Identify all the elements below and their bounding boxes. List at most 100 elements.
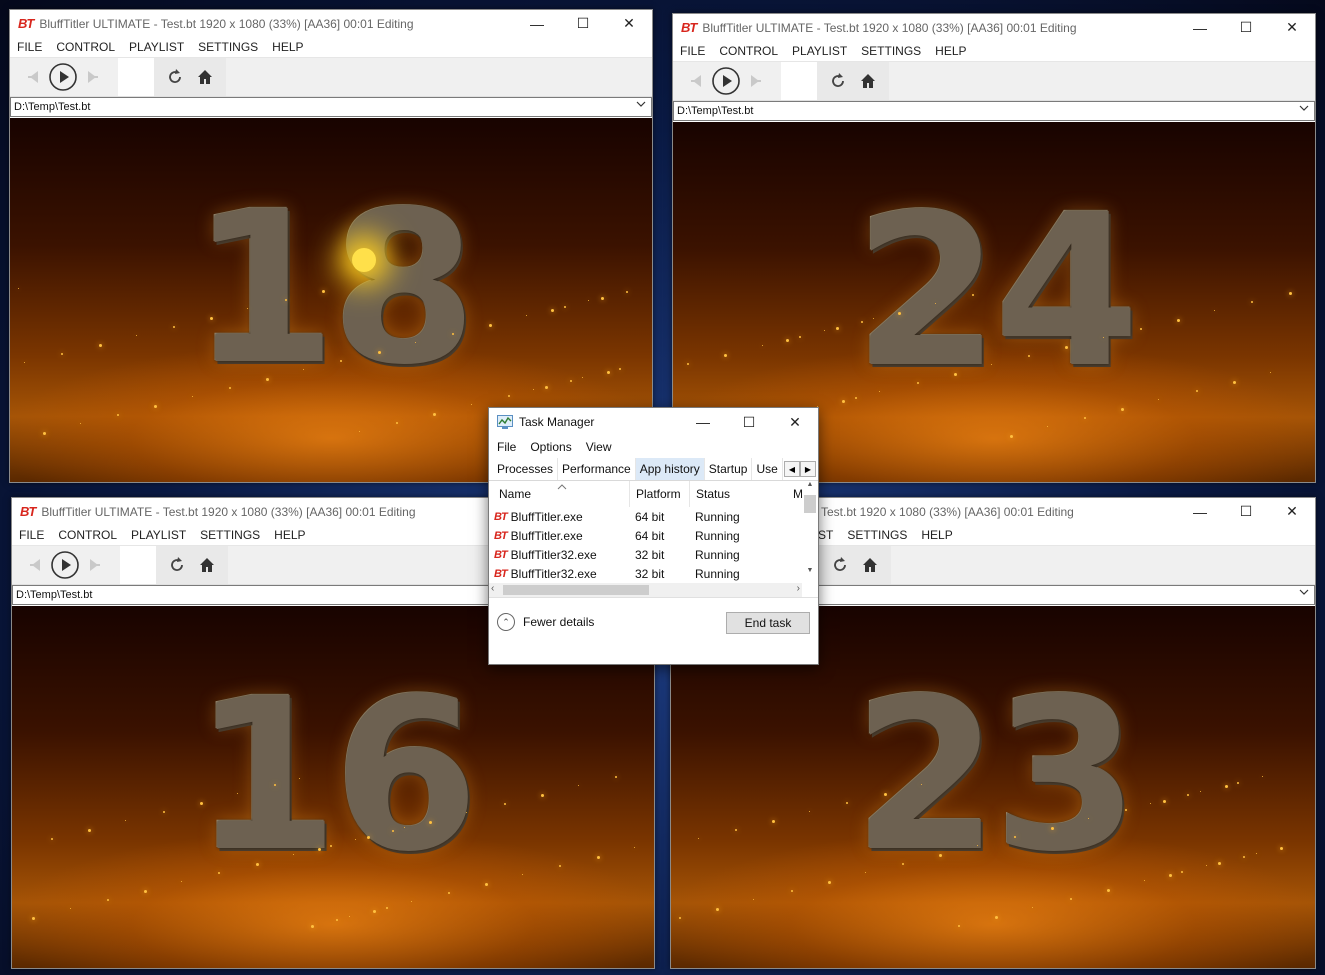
- menu-options[interactable]: Options: [530, 440, 571, 454]
- file-path-combobox[interactable]: D:\Temp\Test.bt: [673, 101, 1315, 121]
- file-path-combobox[interactable]: D:\Temp\Test.bt: [10, 97, 652, 117]
- maximize-button[interactable]: ☐: [1223, 498, 1269, 525]
- minimize-button[interactable]: —: [514, 10, 560, 37]
- menu-playlist[interactable]: PLAYLIST: [792, 44, 847, 58]
- column-name[interactable]: Name: [489, 481, 629, 507]
- menu-file[interactable]: FILE: [19, 528, 44, 542]
- process-table: Name Platform Status M BT BluffTitler.exe…: [489, 481, 818, 598]
- menu-playlist[interactable]: PLAYLIST: [129, 40, 184, 54]
- play-button[interactable]: [711, 66, 741, 96]
- next-icon[interactable]: [78, 62, 108, 92]
- sparkle: [1121, 407, 1125, 411]
- table-row[interactable]: BT BluffTitler.exe 64 bit Running: [489, 507, 818, 526]
- tab-performance[interactable]: Performance: [558, 458, 636, 480]
- sparkle: [299, 777, 300, 779]
- column-more[interactable]: M: [789, 481, 803, 507]
- menu-control[interactable]: CONTROL: [56, 40, 115, 54]
- previous-icon[interactable]: [681, 66, 711, 96]
- sparkle: [761, 344, 763, 346]
- sparkle: [80, 423, 81, 424]
- tab-users[interactable]: Use: [752, 458, 783, 480]
- title-bar[interactable]: BT BluffTitler ULTIMATE - Test.bt 1920 x…: [10, 10, 652, 37]
- menu-view[interactable]: View: [586, 440, 612, 454]
- chevron-down-icon[interactable]: [1299, 587, 1309, 600]
- menu-file[interactable]: File: [497, 440, 516, 454]
- play-button[interactable]: [48, 62, 78, 92]
- sparkle: [883, 792, 887, 796]
- play-button[interactable]: [50, 550, 80, 580]
- sparkle: [625, 291, 628, 293]
- end-task-button[interactable]: End task: [726, 612, 810, 634]
- home-icon[interactable]: [192, 550, 222, 580]
- scroll-down-icon[interactable]: ▼: [804, 567, 816, 577]
- refresh-icon[interactable]: [162, 550, 192, 580]
- task-manager-window[interactable]: Task Manager — ☐ ✕ File Options View Pro…: [488, 407, 819, 665]
- maximize-button[interactable]: ☐: [1223, 14, 1269, 41]
- refresh-icon[interactable]: [825, 550, 855, 580]
- table-row[interactable]: BT BluffTitler32.exe 32 bit Running: [489, 545, 818, 564]
- menu-help[interactable]: HELP: [274, 528, 305, 542]
- scroll-right-icon[interactable]: ›: [797, 583, 800, 594]
- tab-startup[interactable]: Startup: [705, 458, 753, 480]
- menu-settings[interactable]: SETTINGS: [200, 528, 260, 542]
- previous-icon[interactable]: [20, 550, 50, 580]
- menu-settings[interactable]: SETTINGS: [861, 44, 921, 58]
- bluffttitler-icon: BT: [494, 510, 508, 523]
- close-button[interactable]: ✕: [1269, 498, 1315, 525]
- fewer-details-button[interactable]: ⌃ Fewer details: [497, 613, 594, 631]
- home-icon[interactable]: [190, 62, 220, 92]
- menu-settings[interactable]: SETTINGS: [198, 40, 258, 54]
- menu-playlist[interactable]: ST: [818, 528, 833, 542]
- close-button[interactable]: ✕: [606, 10, 652, 37]
- scroll-thumb[interactable]: [804, 495, 816, 513]
- close-button[interactable]: ✕: [1269, 14, 1315, 41]
- tab-scroll-left-icon[interactable]: ◀: [784, 461, 800, 477]
- refresh-icon[interactable]: [823, 66, 853, 96]
- process-platform: 32 bit: [635, 547, 665, 562]
- sparkle: [32, 917, 36, 920]
- menu-control[interactable]: CONTROL: [58, 528, 117, 542]
- scroll-left-icon[interactable]: ‹: [491, 583, 494, 594]
- next-icon[interactable]: [80, 550, 110, 580]
- next-icon[interactable]: [741, 66, 771, 96]
- maximize-button[interactable]: ☐: [560, 10, 606, 37]
- minimize-button[interactable]: —: [1177, 498, 1223, 525]
- scroll-up-icon[interactable]: ▲: [804, 481, 816, 491]
- menu-help[interactable]: HELP: [935, 44, 966, 58]
- title-bar[interactable]: BT BluffTitler ULTIMATE - Test.bt 1920 x…: [673, 14, 1315, 41]
- menu-settings[interactable]: SETTINGS: [847, 528, 907, 542]
- preview-text: 24: [853, 168, 1140, 414]
- hscroll-thumb[interactable]: [503, 585, 649, 595]
- minimize-button[interactable]: —: [1177, 14, 1223, 41]
- column-status[interactable]: Status: [689, 481, 789, 507]
- home-icon[interactable]: [855, 550, 885, 580]
- tab-scroll-right-icon[interactable]: ▶: [800, 461, 816, 477]
- menu-help[interactable]: HELP: [272, 40, 303, 54]
- sparkle: [734, 828, 737, 831]
- preview-text: 23: [852, 653, 1139, 899]
- tab-processes[interactable]: Processes: [493, 458, 559, 480]
- maximize-button[interactable]: ☐: [726, 408, 772, 436]
- window-title: BluffTitler ULTIMATE - Test.bt 1920 x 10…: [702, 20, 1077, 35]
- minimize-button[interactable]: —: [680, 408, 726, 436]
- sparkle: [470, 403, 472, 405]
- refresh-icon[interactable]: [160, 62, 190, 92]
- home-icon[interactable]: [853, 66, 883, 96]
- menu-help[interactable]: HELP: [921, 528, 952, 542]
- column-platform[interactable]: Platform: [629, 481, 689, 507]
- menu-control[interactable]: CONTROL: [719, 44, 778, 58]
- table-row[interactable]: BT BluffTitler32.exe 32 bit Running: [489, 564, 818, 583]
- title-bar[interactable]: Task Manager — ☐ ✕: [489, 408, 818, 436]
- chevron-down-icon[interactable]: [636, 99, 646, 112]
- chevron-down-icon[interactable]: [1299, 103, 1309, 116]
- menu-file[interactable]: FILE: [17, 40, 42, 54]
- tab-app-history[interactable]: App history: [635, 458, 705, 480]
- previous-icon[interactable]: [18, 62, 48, 92]
- menu-playlist[interactable]: PLAYLIST: [131, 528, 186, 542]
- menu-file[interactable]: FILE: [680, 44, 705, 58]
- table-row[interactable]: BT BluffTitler.exe 64 bit Running: [489, 526, 818, 545]
- close-button[interactable]: ✕: [772, 408, 818, 436]
- horizontal-scrollbar[interactable]: ‹ ›: [489, 583, 802, 597]
- sparkle: [772, 819, 775, 823]
- vertical-scrollbar[interactable]: ▲ ▼: [804, 481, 816, 577]
